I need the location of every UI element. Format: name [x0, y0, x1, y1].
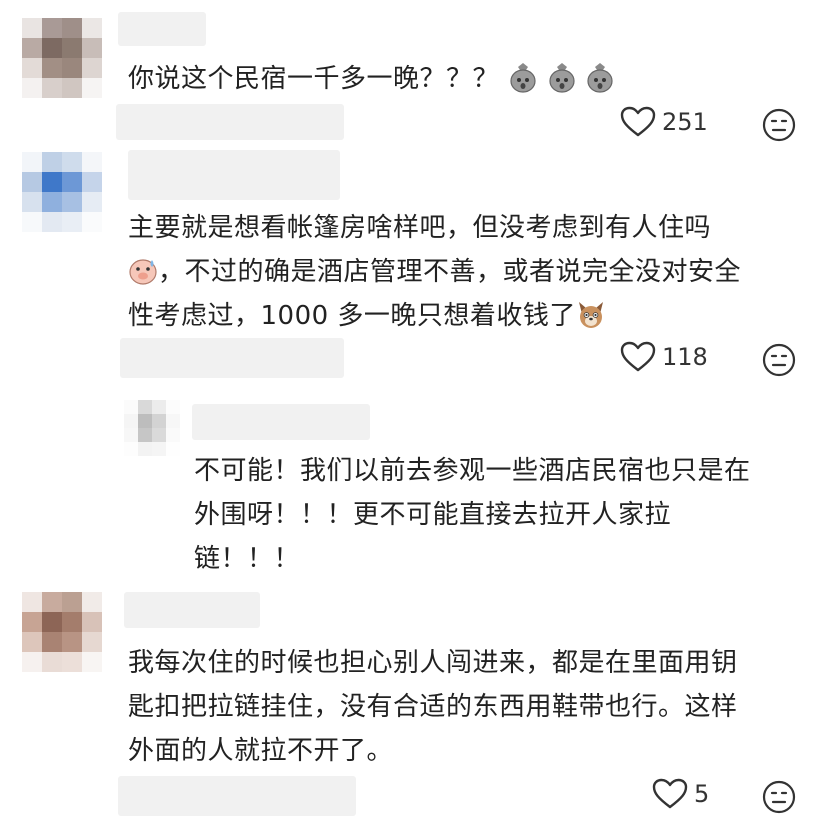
dislike-face-icon[interactable]: [762, 780, 796, 814]
timestamp-placeholder: [116, 104, 344, 140]
comment-text: 我每次住的时候也担心别人闯进来，都是在里面用钥 匙扣把拉链挂住，没有合适的东西用…: [128, 648, 738, 766]
money-bag-icon: [548, 63, 575, 93]
dislike-face-icon[interactable]: [762, 343, 796, 377]
like-count: 5: [694, 780, 710, 808]
username-placeholder[interactable]: [118, 12, 206, 46]
heart-outline-icon: [652, 778, 688, 809]
comment-text: 不可能！我们以前去参观一些酒店民宿也只是在 外围呀！！！更不可能直接去拉开人家拉…: [194, 456, 751, 574]
comment-text: 主要就是想看帐篷房啥样吧，但没考虑到有人住吗 ，不过的确是酒店管理不善，或者说完…: [128, 213, 742, 331]
dog-face-icon: [578, 302, 603, 328]
like-count: 118: [662, 343, 708, 371]
heart-outline-icon: [620, 341, 656, 372]
avatar[interactable]: [124, 400, 180, 456]
like-count: 251: [662, 108, 708, 136]
username-placeholder[interactable]: [128, 150, 340, 200]
username-placeholder[interactable]: [124, 592, 260, 628]
like-button[interactable]: 118: [620, 341, 708, 373]
comment-text: 你说这个民宿一千多一晚？？？: [128, 57, 615, 101]
avatar[interactable]: [22, 18, 102, 98]
money-bag-icon: [587, 63, 613, 93]
avatar[interactable]: [22, 152, 102, 232]
dislike-face-icon[interactable]: [762, 108, 796, 142]
like-button[interactable]: 251: [620, 106, 708, 138]
heart-outline-icon: [620, 106, 656, 137]
like-button[interactable]: 5: [652, 778, 709, 810]
timestamp-placeholder: [120, 338, 344, 378]
sweating-pig-icon: [129, 259, 157, 285]
timestamp-placeholder: [118, 776, 356, 816]
avatar[interactable]: [22, 592, 102, 672]
username-placeholder[interactable]: [192, 404, 370, 440]
money-bag-icon: [510, 63, 536, 93]
